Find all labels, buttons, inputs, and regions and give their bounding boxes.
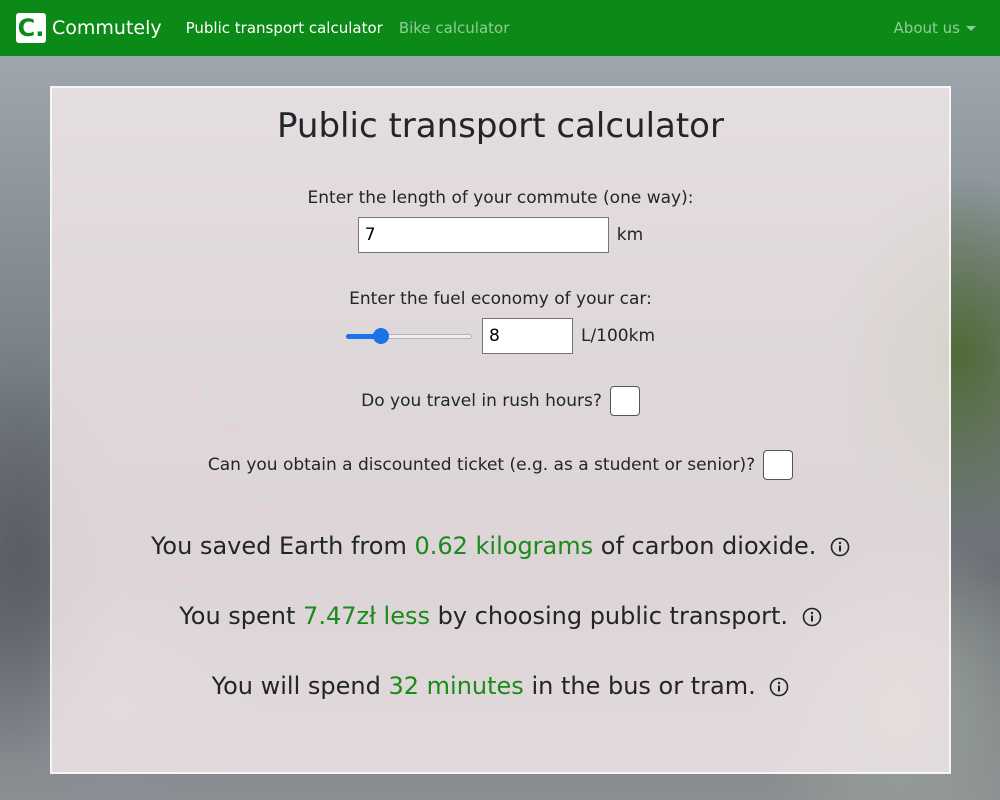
commute-unit: km (616, 225, 644, 245)
fuel-economy-slider[interactable] (345, 326, 472, 346)
info-icon[interactable] (802, 607, 822, 627)
money-saved-result: You spent 7.47zł less by choosing public… (52, 602, 949, 630)
result-text: You saved Earth from (150, 532, 415, 560)
commute-row: km (52, 217, 949, 253)
rush-hours-label: Do you travel in rush hours? (361, 391, 602, 411)
result-text: You will spend (211, 672, 389, 700)
commute-length-input[interactable] (357, 217, 609, 253)
discount-label: Can you obtain a discounted ticket (e.g.… (207, 455, 756, 475)
money-saved-value: 7.47zł less (303, 602, 430, 630)
co2-saved-result: You saved Earth from 0.62 kilograms of c… (52, 532, 949, 560)
about-us-dropdown[interactable]: About us (894, 19, 976, 37)
rush-hours-checkbox[interactable] (609, 386, 640, 416)
co2-saved-value: 0.62 kilograms (414, 532, 594, 560)
commute-label: Enter the length of your commute (one wa… (307, 188, 694, 208)
navbar: C. Commutely Public transport calculator… (0, 0, 1000, 56)
brand-logo-letter: C. (17, 14, 45, 42)
page-title: Public transport calculator (277, 106, 724, 146)
brand-name: Commutely (52, 17, 162, 39)
result-text: in the bus or tram. (523, 672, 756, 700)
discount-row: Can you obtain a discounted ticket (e.g.… (52, 450, 949, 480)
time-spent-result: You will spend 32 minutes in the bus or … (52, 672, 949, 700)
fuel-economy-unit: L/100km (580, 326, 656, 346)
info-icon[interactable] (830, 537, 850, 557)
time-spent-value: 32 minutes (388, 672, 524, 700)
nav-link-public-transport[interactable]: Public transport calculator (186, 19, 383, 37)
rush-hours-row: Do you travel in rush hours? (52, 386, 949, 416)
fuel-economy-row: L/100km (52, 318, 949, 354)
info-icon[interactable] (769, 677, 789, 697)
fuel-economy-label: Enter the fuel economy of your car: (349, 289, 652, 309)
result-text: You spent (179, 602, 304, 630)
calculator-card: Public transport calculator Enter the le… (50, 86, 951, 774)
brand-logo-icon: C. (16, 13, 46, 43)
result-text: by choosing public transport. (429, 602, 789, 630)
brand[interactable]: C. Commutely (16, 13, 162, 43)
fuel-economy-input[interactable] (481, 318, 573, 354)
result-text: of carbon dioxide. (593, 532, 817, 560)
about-us-label: About us (893, 19, 960, 37)
chevron-down-icon (966, 25, 976, 31)
slider-thumb[interactable] (372, 328, 389, 344)
discount-checkbox[interactable] (763, 450, 794, 480)
nav-link-bike[interactable]: Bike calculator (399, 19, 510, 37)
